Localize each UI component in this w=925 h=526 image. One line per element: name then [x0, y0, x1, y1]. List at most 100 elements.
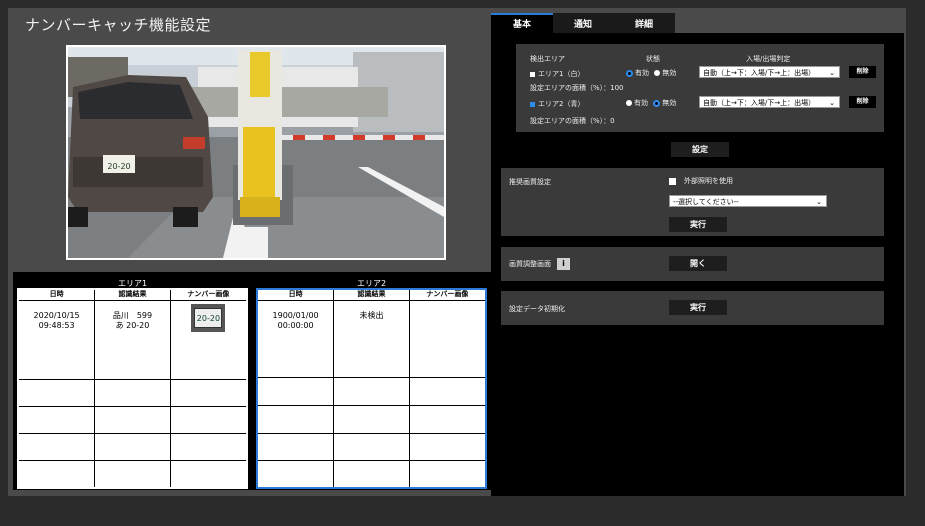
area1-judge-select[interactable]: 自動（上→下：入場/下→上：出場） ⌄: [699, 66, 840, 78]
tab-notify[interactable]: 通知: [553, 13, 613, 34]
chevron-down-icon: ⌄: [829, 99, 835, 107]
reset-label: 設定データ初期化: [509, 305, 565, 313]
set-button[interactable]: 設定: [671, 142, 729, 157]
image-adjust-open-button[interactable]: 開く: [669, 256, 727, 271]
plate-thumbnail-text: 20-20: [194, 307, 223, 328]
cell-datetime: [19, 406, 96, 435]
detection-area-header: 検出エリア: [530, 55, 565, 63]
time-text: 09:48:53: [38, 320, 75, 330]
detection-area-box: 検出エリア 状態 入場/出場判定 エリア1（白） 有効 無効 自動（上→下：入場…: [516, 44, 884, 132]
cell-plate-image: [170, 379, 246, 407]
col-recognition: 認識結果: [94, 290, 171, 301]
camera-view[interactable]: 20-20: [66, 45, 446, 260]
area2-area-pct: 設定エリアの面積（%）：0: [530, 117, 615, 125]
quality-preset-select[interactable]: --選択してください-- ⌄: [669, 195, 827, 207]
chevron-down-icon: ⌄: [816, 198, 822, 206]
table-row[interactable]: [19, 460, 246, 487]
table-row[interactable]: [19, 406, 246, 435]
results-panel: エリア1 エリア2 日時 認識結果 ナンバー画像 2020/10/15 09:48…: [13, 272, 491, 490]
chevron-down-icon: ⌄: [829, 69, 835, 77]
judge-header: 入場/出場判定: [746, 55, 791, 63]
camera-image: 20-20: [68, 47, 444, 258]
table-row[interactable]: [258, 460, 485, 487]
plate-line2: あ 20-20: [115, 320, 150, 330]
recommended-run-button[interactable]: 実行: [669, 217, 727, 232]
cell-plate-image: [409, 300, 485, 379]
table-row[interactable]: [258, 377, 485, 406]
col-plate-image: ナンバー画像: [170, 290, 246, 301]
area1-color-swatch: [530, 71, 535, 77]
page-title: ナンバーキャッチ機能設定: [25, 16, 212, 34]
cell-datetime: [19, 460, 96, 487]
area2-judge-select[interactable]: 自動（上→下：入場/下→上：出場） ⌄: [699, 96, 840, 108]
table-row[interactable]: [19, 379, 246, 407]
cell-datetime: [258, 460, 335, 487]
cell-recognition: [333, 405, 410, 434]
cell-datetime: [19, 433, 96, 462]
area2-enable-radio[interactable]: 有効: [626, 99, 648, 107]
area2-row-label: エリア2（青）: [530, 99, 584, 109]
cell-recognition: 品川 599 あ 20-20: [94, 300, 171, 380]
table-row[interactable]: [258, 405, 485, 434]
reset-box: 設定データ初期化 実行: [501, 291, 884, 325]
cell-datetime: [258, 377, 335, 406]
tab-detail[interactable]: 詳細: [613, 13, 675, 34]
time-text: 00:00:00: [277, 320, 314, 330]
table-row[interactable]: 1900/01/00 00:00:00 未検出: [258, 300, 485, 379]
tab-bar: 基本 通知 詳細: [491, 13, 675, 34]
plate-thumbnail[interactable]: 20-20: [191, 303, 226, 332]
info-icon[interactable]: i: [557, 258, 570, 270]
state-header: 状態: [646, 55, 660, 63]
cell-plate-image: [409, 433, 485, 462]
cell-recognition: [94, 406, 171, 435]
cell-datetime: 1900/01/00 00:00:00: [258, 300, 335, 379]
external-light-checkbox[interactable]: 外部照明を使用: [669, 176, 733, 186]
date-text: 1900/01/00: [272, 310, 319, 320]
cell-plate-image: [170, 461, 246, 487]
camera-plate-text: 20-20: [107, 162, 130, 171]
date-text: 2020/10/15: [33, 310, 80, 320]
area2-delete-button[interactable]: 削除: [849, 96, 876, 108]
area2-color-swatch: [530, 101, 535, 107]
area1-area-pct: 設定エリアの面積（%）：100: [530, 84, 624, 92]
plate-line1: 未検出: [359, 310, 384, 320]
cell-recognition: 未検出: [333, 300, 410, 379]
cell-datetime: [258, 405, 335, 434]
cell-recognition: [94, 379, 171, 407]
cell-datetime: 2020/10/15 09:48:53: [19, 300, 96, 380]
cell-recognition: [94, 433, 171, 462]
area2-results-table[interactable]: 日時 認識結果 ナンバー画像 1900/01/00 00:00:00 未検出: [256, 288, 487, 489]
area1-row-label: エリア1（白）: [530, 69, 584, 79]
area1-state-radios: 有効 無効: [626, 68, 676, 78]
tab-basic[interactable]: 基本: [491, 13, 553, 34]
table-row[interactable]: [19, 433, 246, 462]
area1-results-table[interactable]: 日時 認識結果 ナンバー画像 2020/10/15 09:48:53 品川 599 あ…: [17, 288, 248, 489]
cell-plate-image: 20-20: [170, 300, 246, 380]
area1-enable-radio[interactable]: 有効: [626, 69, 649, 77]
image-adjust-box: 画質調整画面 i 開く: [501, 247, 884, 281]
cell-plate-image: [409, 405, 485, 434]
col-recognition: 認識結果: [333, 290, 410, 301]
area1-delete-button[interactable]: 削除: [849, 66, 876, 78]
cell-plate-image: [409, 377, 485, 406]
col-datetime: 日時: [258, 290, 335, 301]
cell-datetime: [258, 433, 335, 462]
cell-recognition: [333, 460, 410, 487]
recommended-quality-box: 推奨画質設定 外部照明を使用 --選択してください-- ⌄ 実行: [501, 168, 884, 236]
area2-disable-radio[interactable]: 無効: [653, 99, 676, 107]
cell-recognition: [333, 433, 410, 462]
cell-datetime: [19, 379, 96, 407]
area1-disable-radio[interactable]: 無効: [654, 69, 676, 77]
plate-line1: 品川 599: [112, 310, 153, 320]
settings-panel: 検出エリア 状態 入場/出場判定 エリア1（白） 有効 無効 自動（上→下：入場…: [491, 33, 904, 496]
cell-plate-image: [170, 406, 246, 435]
image-adjust-label: 画質調整画面 i: [509, 258, 570, 270]
col-plate-image: ナンバー画像: [409, 290, 485, 301]
cell-recognition: [333, 377, 410, 406]
cell-recognition: [94, 460, 171, 487]
reset-run-button[interactable]: 実行: [669, 300, 727, 315]
table-row[interactable]: [258, 433, 485, 462]
table-row[interactable]: 2020/10/15 09:48:53 品川 599 あ 20-20 20-20: [19, 300, 246, 380]
cell-plate-image: [170, 433, 246, 462]
recommended-quality-label: 推奨画質設定: [509, 178, 551, 186]
